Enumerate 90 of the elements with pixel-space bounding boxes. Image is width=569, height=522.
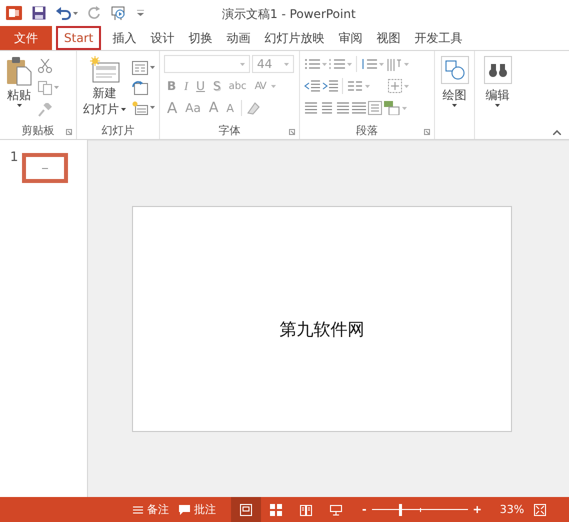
decrease-indent-icon[interactable] bbox=[304, 80, 320, 92]
notes-icon[interactable] bbox=[133, 504, 143, 514]
zoom-level-button[interactable]: 33% bbox=[494, 497, 530, 522]
comments-button[interactable]: 批注 bbox=[174, 497, 221, 522]
caret-icon[interactable] bbox=[452, 104, 457, 107]
slide-text: 第九软件网 bbox=[280, 318, 364, 340]
notes-button[interactable]: 备注 bbox=[128, 497, 174, 522]
paste-button[interactable]: 粘贴 bbox=[4, 54, 34, 121]
font-size-field[interactable]: 44 bbox=[252, 55, 294, 73]
zoom-slider-thumb[interactable] bbox=[399, 504, 402, 516]
normal-view-icon[interactable] bbox=[240, 504, 252, 516]
ribbon-tab[interactable]: 开发工具 bbox=[407, 26, 470, 50]
section-icon[interactable] bbox=[132, 100, 148, 114]
ribbon-tab[interactable]: 动画 bbox=[219, 26, 258, 50]
fit-slide-icon[interactable] bbox=[534, 504, 546, 516]
font-format-button[interactable]: Aa bbox=[182, 98, 204, 118]
caret-icon[interactable] bbox=[150, 106, 155, 109]
ribbon-tab[interactable]: 插入 bbox=[105, 26, 144, 50]
justify-icon[interactable] bbox=[352, 102, 366, 114]
caret-icon[interactable] bbox=[495, 104, 500, 107]
file-tab[interactable]: 文件 bbox=[0, 26, 52, 50]
font-format-button[interactable]: S bbox=[210, 76, 224, 96]
align-center-icon[interactable] bbox=[320, 102, 334, 114]
slideshow-icon[interactable] bbox=[330, 504, 342, 516]
window-title: 演示文稿1 - PowerPoint bbox=[222, 6, 356, 23]
font-format-button[interactable]: A bbox=[206, 98, 222, 118]
font-name-field[interactable] bbox=[164, 55, 250, 73]
drawing-button[interactable]: 绘图 bbox=[438, 54, 470, 109]
caret-icon[interactable] bbox=[16, 104, 22, 107]
font-format-button[interactable]: abc bbox=[226, 76, 250, 96]
copy-icon[interactable] bbox=[38, 80, 52, 94]
editing-button[interactable]: 编辑 bbox=[482, 54, 514, 109]
font-format-button[interactable]: A bbox=[223, 98, 237, 118]
customize-caret-icon[interactable] bbox=[137, 10, 144, 16]
redo-icon[interactable] bbox=[88, 6, 101, 20]
bullet-list-icon[interactable] bbox=[304, 58, 320, 70]
collapse-ribbon-icon[interactable] bbox=[553, 130, 561, 135]
ribbon-tab[interactable]: Start bbox=[56, 26, 102, 50]
group-label: 段落 bbox=[356, 122, 378, 138]
zoom-slider[interactable] bbox=[372, 504, 468, 516]
clipboard-icon[interactable] bbox=[6, 56, 32, 86]
slide-sorter-icon[interactable] bbox=[270, 504, 282, 516]
ribbon-tab[interactable]: 切换 bbox=[181, 26, 220, 50]
text-direction-icon[interactable] bbox=[386, 57, 402, 71]
save-icon[interactable] bbox=[32, 6, 46, 20]
dialog-launcher-icon[interactable] bbox=[66, 129, 72, 135]
font-format-button[interactable]: AV bbox=[252, 76, 269, 96]
font-format-button[interactable]: U bbox=[193, 76, 208, 96]
slide-number: 1 bbox=[10, 150, 18, 165]
numbered-list-icon[interactable] bbox=[329, 58, 345, 70]
align-right-icon[interactable] bbox=[336, 102, 350, 114]
dialog-launcher-icon[interactable] bbox=[289, 129, 295, 135]
cut-icon[interactable] bbox=[38, 58, 52, 72]
slide[interactable]: 第九软件网 bbox=[132, 206, 512, 432]
presenter-icon[interactable] bbox=[111, 5, 127, 21]
layout-icon[interactable] bbox=[132, 60, 148, 74]
view-button[interactable] bbox=[231, 497, 261, 522]
zoom-in-button[interactable]: + bbox=[468, 497, 487, 522]
undo-icon[interactable] bbox=[56, 6, 71, 20]
caret-icon[interactable] bbox=[150, 66, 155, 69]
caret-icon[interactable] bbox=[121, 108, 126, 110]
distributed-icon[interactable] bbox=[368, 101, 382, 115]
group-label: 字体 bbox=[218, 122, 240, 138]
dialog-launcher-icon[interactable] bbox=[424, 129, 430, 135]
group-label: 剪贴板 bbox=[22, 122, 54, 138]
increase-indent-icon[interactable] bbox=[322, 80, 338, 92]
reset-icon[interactable] bbox=[132, 80, 148, 94]
line-spacing-icon[interactable] bbox=[361, 58, 377, 70]
ribbon-tab[interactable]: 审阅 bbox=[331, 26, 370, 50]
clear-formatting-icon[interactable] bbox=[246, 101, 260, 115]
ribbon-tab[interactable]: 设计 bbox=[143, 26, 182, 50]
comment-icon[interactable] bbox=[179, 504, 190, 514]
zoom-out-button[interactable]: - bbox=[357, 497, 372, 522]
align-text-icon[interactable] bbox=[388, 79, 402, 93]
slide-thumbnail[interactable] bbox=[22, 153, 68, 183]
ribbon-tab[interactable]: 视图 bbox=[369, 26, 408, 50]
smartart-icon[interactable] bbox=[384, 101, 400, 115]
font-format-button[interactable]: B bbox=[164, 76, 180, 96]
align-left-icon[interactable] bbox=[304, 102, 318, 114]
font-format-button[interactable]: A bbox=[164, 98, 180, 118]
new-slide-button[interactable]: 新建 幻灯片 bbox=[81, 54, 128, 121]
shapes-icon[interactable] bbox=[444, 60, 464, 80]
caret-icon[interactable] bbox=[73, 12, 78, 14]
app-logo-icon[interactable] bbox=[6, 5, 22, 21]
font-format-button[interactable]: I bbox=[181, 76, 192, 96]
columns-icon[interactable] bbox=[347, 80, 363, 92]
reading-view-icon[interactable] bbox=[300, 504, 312, 516]
ribbon-tab[interactable]: 幻灯片放映 bbox=[257, 26, 332, 50]
new-slide-icon[interactable] bbox=[90, 56, 120, 84]
group-label: 幻灯片 bbox=[102, 122, 134, 138]
